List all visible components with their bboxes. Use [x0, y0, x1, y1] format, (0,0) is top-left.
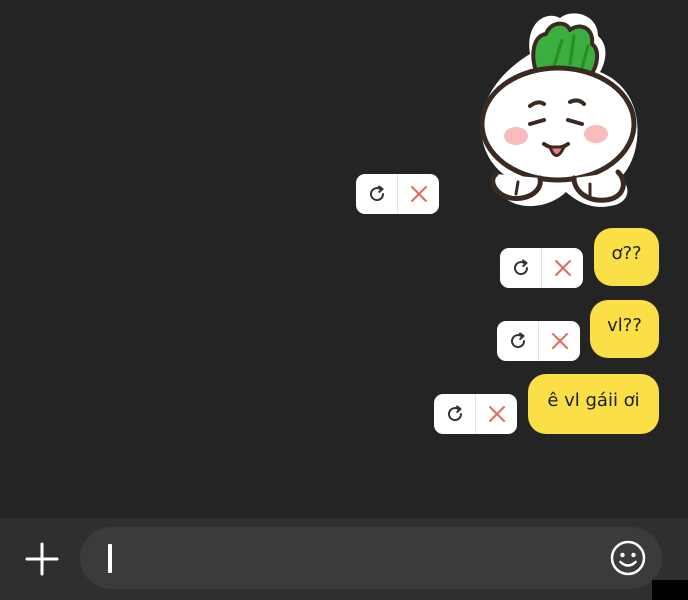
add-button[interactable] [22, 539, 62, 579]
chat-area: ơ?? vl?? ê vl gáii ơi [0, 0, 688, 518]
message-bubble[interactable]: vl?? [590, 300, 659, 358]
radish-sticker-icon[interactable] [470, 6, 650, 211]
delete-button[interactable] [475, 394, 517, 434]
failed-actions [434, 394, 517, 434]
retry-button[interactable] [356, 174, 397, 214]
retry-icon [513, 259, 528, 276]
close-icon [551, 333, 568, 349]
failed-actions [497, 321, 580, 361]
delete-button[interactable] [541, 248, 583, 288]
close-icon [410, 186, 427, 202]
message-composer [0, 518, 688, 600]
emoji-button[interactable] [608, 538, 648, 578]
retry-icon [447, 405, 462, 422]
smiley-icon [610, 540, 646, 576]
close-icon [488, 406, 505, 422]
retry-icon [510, 332, 525, 349]
retry-button[interactable] [497, 321, 538, 361]
message-input[interactable] [80, 527, 662, 589]
retry-button[interactable] [500, 248, 541, 288]
message-bubble[interactable]: ơ?? [594, 228, 659, 286]
corner-block [652, 580, 688, 600]
retry-icon [369, 185, 384, 202]
failed-actions [500, 248, 583, 288]
plus-icon [25, 542, 59, 576]
message-bubble[interactable]: ê vl gáii ơi [528, 374, 659, 434]
close-icon [554, 260, 571, 276]
delete-button[interactable] [397, 174, 439, 214]
failed-actions [356, 174, 439, 214]
delete-button[interactable] [538, 321, 580, 361]
text-caret [108, 544, 112, 573]
retry-button[interactable] [434, 394, 475, 434]
